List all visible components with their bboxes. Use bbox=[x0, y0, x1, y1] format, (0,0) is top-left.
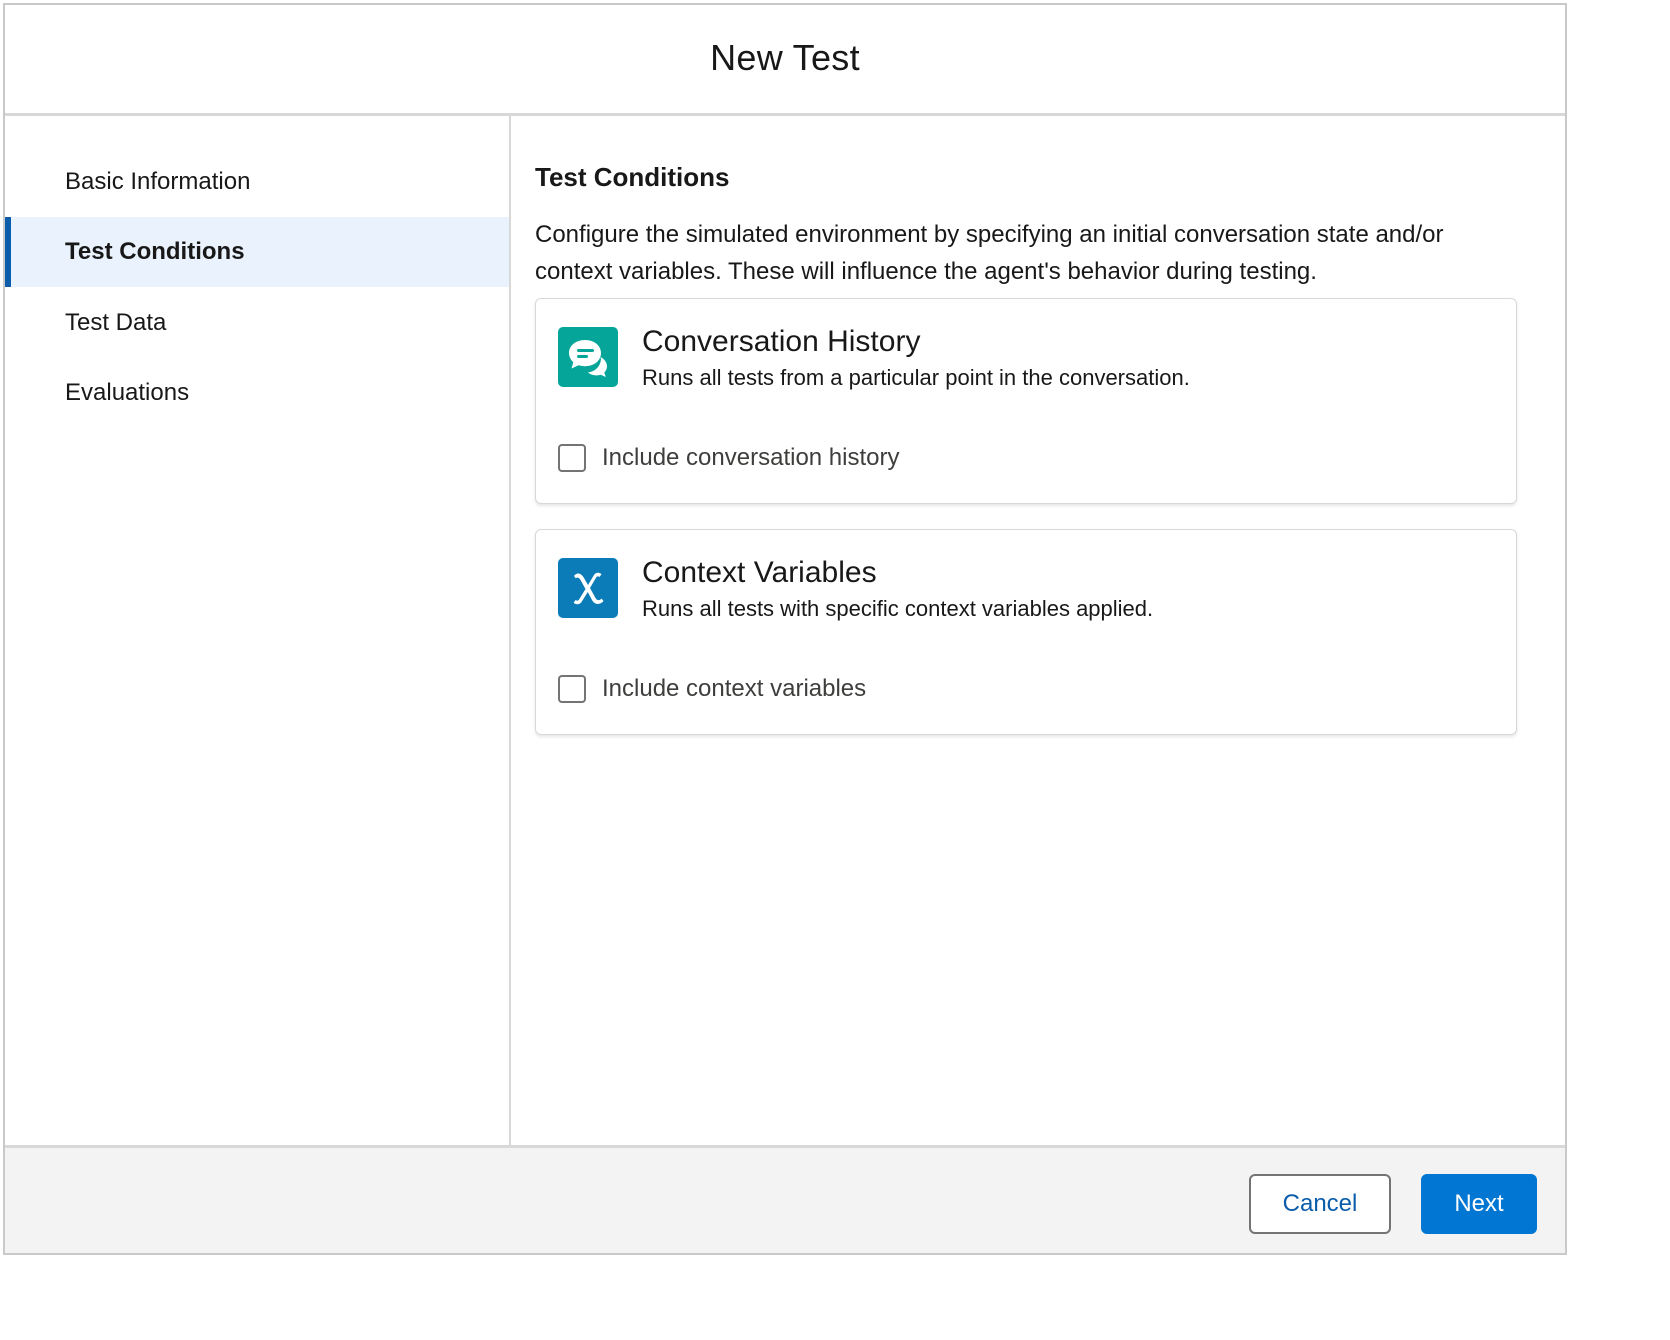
include-context-variables-checkbox[interactable] bbox=[558, 675, 586, 703]
include-conversation-history-checkbox[interactable] bbox=[558, 444, 586, 472]
cancel-button[interactable]: Cancel bbox=[1249, 1174, 1391, 1234]
main-content: Test Conditions Configure the simulated … bbox=[511, 116, 1565, 1145]
modal-header: New Test bbox=[5, 5, 1565, 116]
nav-item-evaluations[interactable]: Evaluations bbox=[5, 358, 509, 428]
section-title: Test Conditions bbox=[535, 162, 730, 192]
next-button[interactable]: Next bbox=[1421, 1174, 1537, 1234]
modal-footer: Cancel Next bbox=[5, 1145, 1565, 1253]
card-subtitle: Runs all tests from a particular point i… bbox=[642, 365, 1190, 390]
checkbox-label: Include conversation history bbox=[602, 444, 900, 471]
card-title: Conversation History bbox=[642, 325, 921, 358]
wizard-step-nav: Basic Information Test Conditions Test D… bbox=[5, 116, 511, 1145]
nav-item-test-conditions[interactable]: Test Conditions bbox=[5, 217, 509, 287]
card-subtitle: Runs all tests with specific context var… bbox=[642, 596, 1154, 621]
section-description: Configure the simulated environment by s… bbox=[535, 221, 1444, 285]
card-title: Context Variables bbox=[642, 556, 877, 589]
chat-bubbles-icon bbox=[558, 327, 618, 387]
nav-item-test-data[interactable]: Test Data bbox=[5, 288, 509, 358]
context-variables-card: Context Variables Runs all tests with sp… bbox=[535, 529, 1517, 735]
variable-x-icon bbox=[558, 558, 618, 618]
include-context-variables-checkbox-row[interactable]: Include context variables bbox=[558, 675, 866, 703]
checkbox-label: Include context variables bbox=[602, 675, 867, 702]
modal-title: New Test bbox=[710, 37, 860, 78]
new-test-modal: New Test Basic Information Test Conditio… bbox=[3, 3, 1567, 1255]
include-conversation-history-checkbox-row[interactable]: Include conversation history bbox=[558, 444, 900, 472]
conversation-history-card: Conversation History Runs all tests from… bbox=[535, 298, 1517, 504]
nav-item-basic-information[interactable]: Basic Information bbox=[5, 147, 509, 217]
